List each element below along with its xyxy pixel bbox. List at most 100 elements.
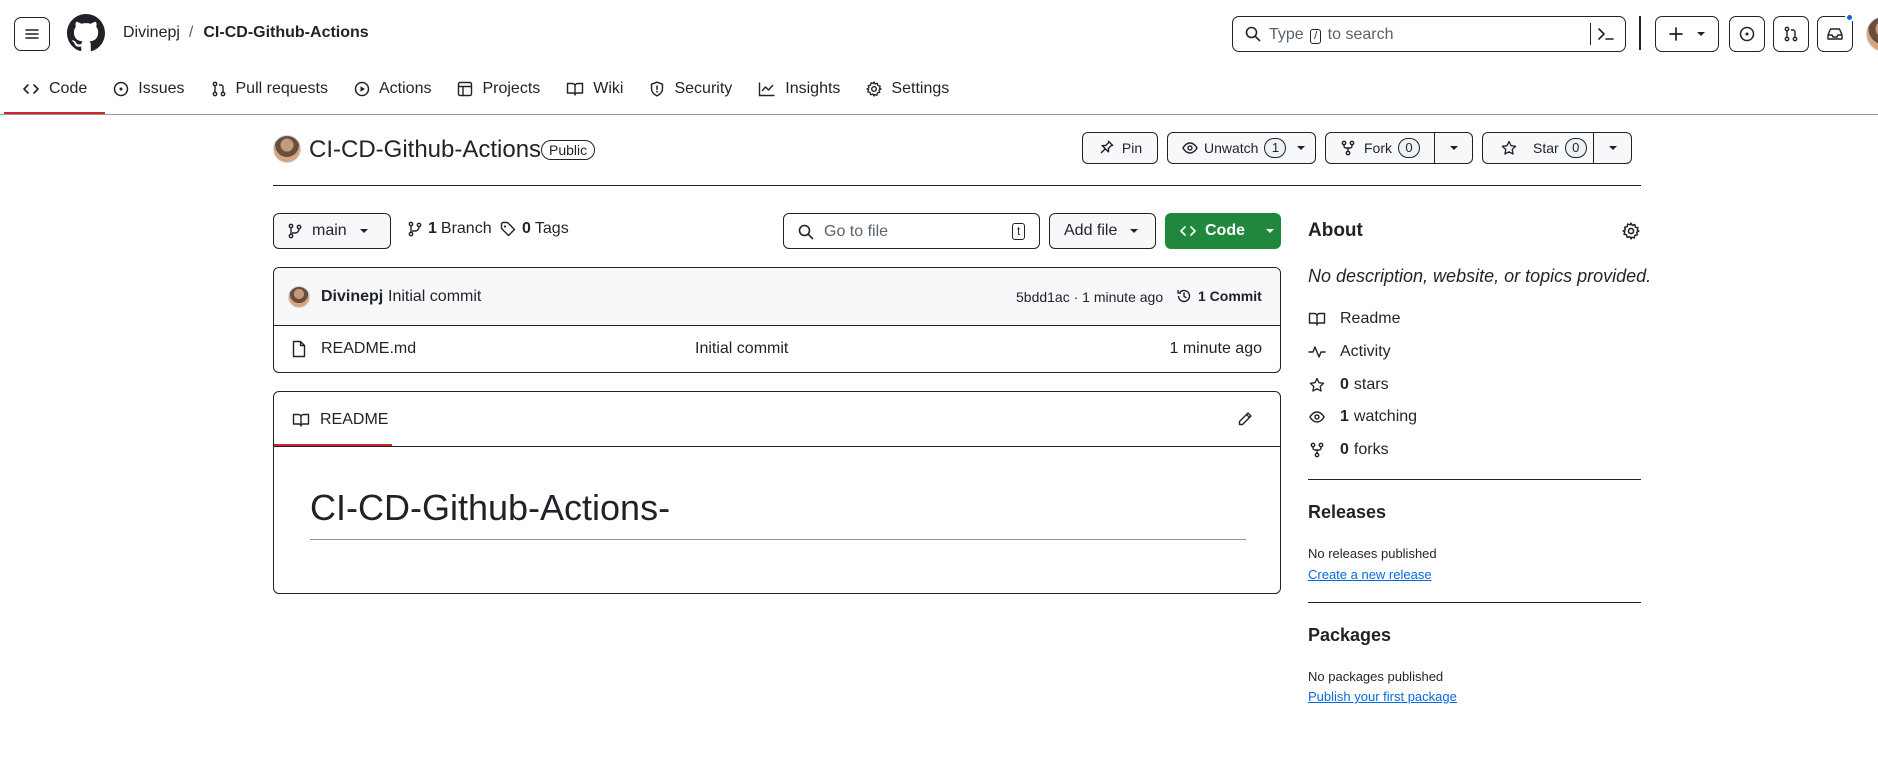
create-new-button[interactable] xyxy=(1655,16,1719,52)
tab-label: Pull requests xyxy=(235,80,329,97)
tab-wiki[interactable]: Wiki xyxy=(558,74,631,104)
tab-code[interactable]: Code xyxy=(4,74,106,114)
code-button[interactable]: Code xyxy=(1165,213,1281,249)
pin-icon xyxy=(1100,140,1114,154)
create-release-link[interactable]: Create a new release xyxy=(1308,567,1432,582)
commits-link[interactable]: 1 Commit xyxy=(1175,287,1262,305)
go-to-file-placeholder: Go to file xyxy=(824,223,889,240)
triangle-down-icon xyxy=(359,229,368,233)
gear-icon xyxy=(866,81,883,97)
commit-message[interactable]: Initial commit xyxy=(388,288,481,306)
search-input[interactable]: Type / to search xyxy=(1232,16,1626,52)
repo-title[interactable]: CI-CD-Github-Actions xyxy=(309,136,541,164)
menu-button[interactable] xyxy=(14,17,50,51)
fork-count: 0 xyxy=(1398,138,1420,158)
sidebar-divider xyxy=(1308,602,1641,603)
file-name[interactable]: README.md xyxy=(321,340,416,358)
fork-button[interactable]: Fork 0 xyxy=(1325,132,1473,164)
tags-link[interactable]: 0 Tags xyxy=(500,220,569,238)
go-to-file-input[interactable]: Go to file t xyxy=(783,213,1040,249)
branches-link[interactable]: 1 Branch xyxy=(408,220,492,238)
tab-settings[interactable]: Settings xyxy=(858,74,957,104)
issues-button[interactable] xyxy=(1729,16,1765,52)
header-divider xyxy=(1639,16,1641,50)
gear-icon[interactable] xyxy=(1622,222,1640,240)
code-button-label: Code xyxy=(1205,222,1245,239)
commit-count: 1 Commit xyxy=(1198,288,1262,304)
tag-count: 0 xyxy=(522,220,531,237)
breadcrumb-separator: / xyxy=(188,24,194,41)
watching-count: 1 xyxy=(1340,408,1349,425)
triangle-down-icon[interactable] xyxy=(1608,144,1618,152)
breadcrumb-owner-link[interactable]: Divinepj xyxy=(123,24,180,42)
repo-forked-icon xyxy=(1341,140,1355,156)
triangle-down-icon xyxy=(1697,32,1705,36)
pulse-icon xyxy=(1308,346,1326,358)
tab-insights[interactable]: Insights xyxy=(750,74,848,104)
search-icon xyxy=(1245,26,1261,42)
sidebar-stars-link[interactable]: 0 stars xyxy=(1308,376,1389,394)
github-logo-icon[interactable] xyxy=(67,14,105,52)
tab-projects[interactable]: Projects xyxy=(449,74,548,104)
command-palette-icon[interactable] xyxy=(1597,26,1615,42)
sidebar-forks-link[interactable]: 0 forks xyxy=(1308,441,1389,459)
search-divider xyxy=(1590,23,1591,45)
star-icon xyxy=(1501,140,1517,155)
breadcrumb-repo-link[interactable]: CI-CD-Github-Actions xyxy=(203,24,368,42)
history-icon xyxy=(1177,289,1191,303)
pencil-icon[interactable] xyxy=(1237,411,1253,427)
unwatch-button[interactable]: Unwatch 1 xyxy=(1167,132,1316,164)
tab-actions[interactable]: Actions xyxy=(346,74,439,104)
book-icon xyxy=(292,413,310,427)
owner-avatar[interactable] xyxy=(273,135,301,163)
sidebar-watching-link[interactable]: 1 watching xyxy=(1308,408,1417,426)
readme-tab-label: README xyxy=(320,411,389,428)
sidebar-activity-link[interactable]: Activity xyxy=(1308,343,1391,361)
pull-requests-button[interactable] xyxy=(1773,16,1809,52)
triangle-down-icon[interactable] xyxy=(1449,144,1459,152)
releases-text: No releases published xyxy=(1308,546,1437,561)
global-header: Divinepj / CI-CD-Github-Actions Type / t… xyxy=(0,0,1878,115)
tag-icon xyxy=(500,221,516,237)
add-file-button[interactable]: Add file xyxy=(1049,213,1156,249)
tab-label: Security xyxy=(674,80,733,97)
commit-meta[interactable]: 5bdd1ac · 1 minute ago xyxy=(1016,289,1163,305)
code-icon xyxy=(1180,226,1196,236)
user-avatar[interactable] xyxy=(1866,16,1878,52)
file-commit-message[interactable]: Initial commit xyxy=(695,340,788,358)
tab-label: Insights xyxy=(785,80,841,97)
file-row[interactable]: README.md Initial commit 1 minute ago xyxy=(274,326,1280,372)
plus-icon xyxy=(1669,27,1683,41)
commit-author[interactable]: Divinepj xyxy=(321,288,383,306)
tab-label: Issues xyxy=(138,80,185,97)
go-to-file-shortcut: t xyxy=(1012,223,1026,240)
commit-author-avatar[interactable] xyxy=(288,286,310,308)
visibility-badge: Public xyxy=(541,140,596,160)
tab-label: Actions xyxy=(379,80,432,97)
branch-selector[interactable]: main xyxy=(273,213,391,249)
packages-title[interactable]: Packages xyxy=(1308,625,1391,646)
git-pull-request-icon xyxy=(1784,26,1798,42)
git-pull-request-icon xyxy=(212,81,225,97)
tab-pull-requests[interactable]: Pull requests xyxy=(203,74,337,104)
active-tab-underline xyxy=(4,112,106,114)
tab-issues[interactable]: Issues xyxy=(105,74,192,104)
readme-tab[interactable]: README xyxy=(292,411,388,429)
graph-icon xyxy=(759,82,775,97)
repo-forked-icon xyxy=(1310,442,1324,458)
tab-security[interactable]: Security xyxy=(641,74,740,104)
branch-label: Branch xyxy=(440,220,492,237)
repo-header-divider xyxy=(273,185,1641,186)
book-icon xyxy=(567,82,584,96)
readme-header: README xyxy=(274,392,1280,447)
breadcrumb: Divinepj / CI-CD-Github-Actions xyxy=(123,24,369,42)
file-list: Divinepj Initial commit 5bdd1ac · 1 minu… xyxy=(273,267,1281,373)
triangle-down-icon xyxy=(1297,146,1306,150)
sidebar-readme-link[interactable]: Readme xyxy=(1308,310,1400,328)
unwatch-label: Unwatch xyxy=(1204,140,1259,156)
pin-label: Pin xyxy=(1121,140,1143,156)
pin-button[interactable]: Pin xyxy=(1082,132,1158,164)
star-button[interactable]: Star 0 xyxy=(1482,132,1632,164)
releases-title[interactable]: Releases xyxy=(1308,502,1386,523)
publish-package-link[interactable]: Publish your first package xyxy=(1308,689,1457,704)
